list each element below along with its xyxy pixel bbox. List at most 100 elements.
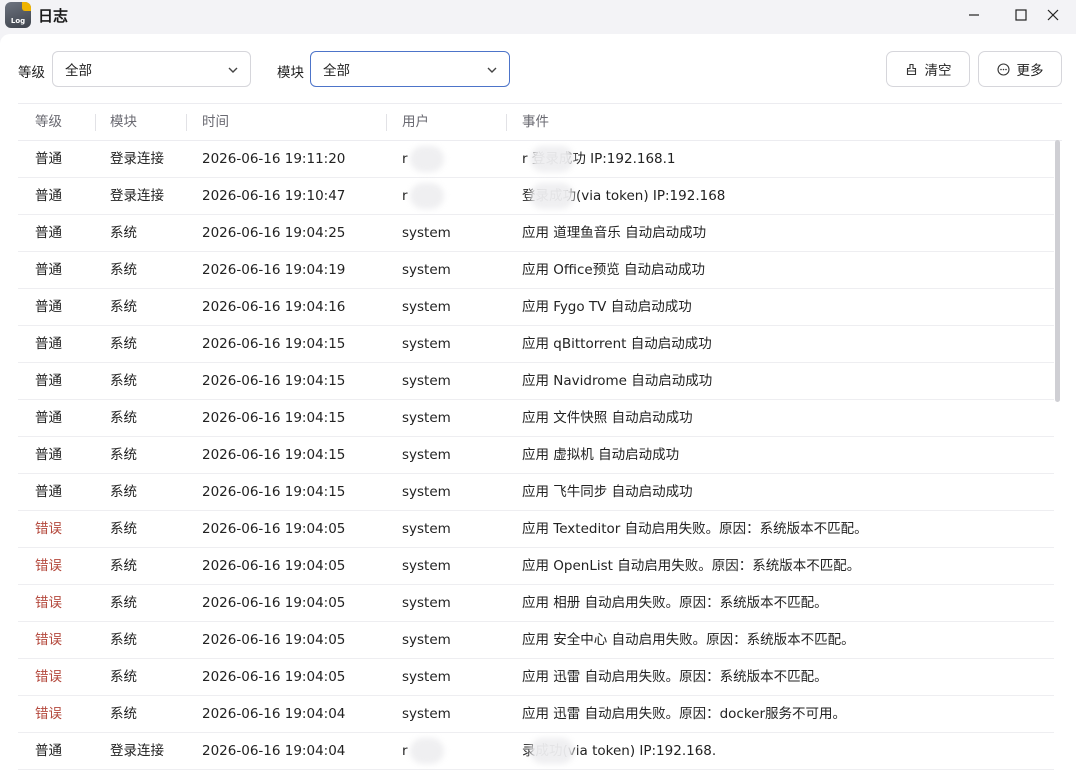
cell-level: 普通	[35, 373, 62, 389]
redacted-user	[410, 146, 444, 172]
cell-event: 应用 Fygo TV 自动启动成功	[522, 299, 692, 315]
header-separator[interactable]	[95, 114, 96, 131]
cell-event: 应用 Office预览 自动启动成功	[522, 262, 705, 278]
cell-event: 应用 虚拟机 自动启动成功	[522, 447, 680, 463]
cell-level: 错误	[35, 706, 62, 722]
cell-level: 普通	[35, 743, 62, 759]
cell-user: system	[402, 336, 451, 352]
module-filter-label: 模块	[277, 65, 304, 81]
cell-module: 系统	[110, 558, 137, 574]
cell-module: 系统	[110, 336, 137, 352]
more-button-label: 更多	[1016, 63, 1044, 79]
title-bar: Log 日志	[0, 0, 1076, 34]
cell-level: 普通	[35, 225, 62, 241]
cell-user: system	[402, 669, 451, 685]
cell-level: 错误	[35, 558, 62, 574]
redacted-user	[410, 183, 444, 209]
cell-event: 应用 qBittorrent 自动启动成功	[522, 336, 712, 352]
cell-user: system	[402, 447, 451, 463]
header-separator[interactable]	[506, 114, 507, 131]
cell-event: 应用 迅雷 自动启用失败。原因：docker服务不可用。	[522, 706, 847, 722]
cell-user: r	[402, 151, 408, 167]
cell-level: 普通	[35, 299, 62, 315]
cell-module: 系统	[110, 521, 137, 537]
cell-module: 登录连接	[110, 188, 164, 204]
table-row[interactable]: 普通 系统 2026-06-16 19:04:25 system 应用 道理鱼音乐 自动…	[18, 215, 1054, 252]
minimize-button[interactable]	[951, 0, 997, 30]
table-row[interactable]: 错误 系统 2026-06-16 19:04:05 system 应用 相册 自动启用失…	[18, 585, 1054, 622]
header-level[interactable]: 等级	[35, 104, 62, 141]
close-button[interactable]	[1030, 0, 1076, 30]
table-row[interactable]: 普通 登录连接 2026-06-16 19:11:20 r r 登录成功 IP:192.…	[18, 141, 1054, 178]
table-row[interactable]: 错误 系统 2026-06-16 19:04:05 system 应用 Textedit…	[18, 511, 1054, 548]
cell-level: 普通	[35, 262, 62, 278]
module-filter-value: 全部	[323, 63, 350, 79]
cell-module: 系统	[110, 632, 137, 648]
level-filter-value: 全部	[65, 63, 92, 79]
table-row[interactable]: 普通 登录连接 2026-06-16 19:04:04 r 录成功(via token…	[18, 733, 1054, 770]
cell-module: 系统	[110, 410, 137, 426]
table-scrollbar[interactable]	[1055, 140, 1060, 402]
redacted-username	[530, 183, 574, 209]
log-panel: 等级 全部 模块 全部 清空 更多 等级 模块 时间 用户 事件 普通 登录连接…	[0, 34, 1076, 772]
table-row[interactable]: 普通 系统 2026-06-16 19:04:15 system 应用 qBittorr…	[18, 326, 1054, 363]
table-row[interactable]: 普通 系统 2026-06-16 19:04:15 system 应用 飞牛同步 自动启…	[18, 474, 1054, 511]
table-row[interactable]: 普通 系统 2026-06-16 19:04:16 system 应用 Fygo TV …	[18, 289, 1054, 326]
header-separator[interactable]	[186, 114, 187, 131]
table-row[interactable]: 错误 系统 2026-06-16 19:04:05 system 应用 迅雷 自动启用失…	[18, 659, 1054, 696]
cell-level: 普通	[35, 336, 62, 352]
header-module[interactable]: 模块	[110, 104, 137, 141]
cell-event: 应用 文件快照 自动启动成功	[522, 410, 693, 426]
cell-time: 2026-06-16 19:04:15	[202, 447, 346, 463]
cell-module: 系统	[110, 299, 137, 315]
cell-event: 应用 OpenList 自动启用失败。原因：系统版本不匹配。	[522, 558, 861, 574]
cell-user: system	[402, 521, 451, 537]
table-row[interactable]: 普通 系统 2026-06-16 19:04:15 system 应用 文件快照 自动启…	[18, 400, 1054, 437]
more-button[interactable]: 更多	[978, 51, 1062, 87]
cell-module: 登录连接	[110, 743, 164, 759]
cell-module: 系统	[110, 595, 137, 611]
table-row[interactable]: 错误 系统 2026-06-16 19:04:05 system 应用 OpenList…	[18, 548, 1054, 585]
clear-button[interactable]: 清空	[886, 51, 970, 87]
app-log-icon: Log	[5, 2, 31, 28]
cell-module: 系统	[110, 669, 137, 685]
table-row[interactable]: 普通 登录连接 2026-06-16 19:10:47 r 登录成功(via toke…	[18, 178, 1054, 215]
header-user[interactable]: 用户	[402, 104, 429, 141]
cell-time: 2026-06-16 19:04:04	[202, 706, 346, 722]
maximize-icon	[1015, 9, 1027, 21]
cell-user: r	[402, 188, 408, 204]
table-row[interactable]: 普通 系统 2026-06-16 19:04:15 system 应用 虚拟机 自动启动…	[18, 437, 1054, 474]
cell-user: system	[402, 558, 451, 574]
header-time[interactable]: 时间	[202, 104, 229, 141]
cell-time: 2026-06-16 19:04:05	[202, 632, 346, 648]
table-row[interactable]: 错误 系统 2026-06-16 19:04:05 system 应用 安全中心 自动启…	[18, 622, 1054, 659]
cell-level: 错误	[35, 632, 62, 648]
cell-time: 2026-06-16 19:04:05	[202, 558, 346, 574]
module-filter-select[interactable]: 全部	[310, 51, 510, 87]
cell-user: system	[402, 262, 451, 278]
table-row[interactable]: 错误 系统 2026-06-16 19:04:04 system 应用 迅雷 自动启用失…	[18, 696, 1054, 733]
cell-module: 系统	[110, 225, 137, 241]
level-filter-select[interactable]: 全部	[52, 51, 251, 87]
cell-user: system	[402, 225, 451, 241]
cell-event: 应用 迅雷 自动启用失败。原因：系统版本不匹配。	[522, 669, 828, 685]
cell-module: 系统	[110, 484, 137, 500]
table-row[interactable]: 普通 系统 2026-06-16 19:04:15 system 应用 Navidrom…	[18, 363, 1054, 400]
cell-event: 应用 道理鱼音乐 自动启动成功	[522, 225, 707, 241]
cell-module: 登录连接	[110, 151, 164, 167]
app-icon-corner	[22, 2, 31, 11]
cell-time: 2026-06-16 19:04:15	[202, 484, 346, 500]
table-row[interactable]: 普通 系统 2026-06-16 19:04:19 system 应用 Office预览…	[18, 252, 1054, 289]
clear-button-label: 清空	[924, 63, 952, 79]
header-event[interactable]: 事件	[522, 104, 549, 141]
cell-time: 2026-06-16 19:04:05	[202, 669, 346, 685]
app-icon-text: Log	[10, 17, 26, 25]
table-header: 等级 模块 时间 用户 事件	[18, 103, 1062, 141]
header-separator[interactable]	[386, 114, 387, 131]
cell-user: system	[402, 373, 451, 389]
log-table: 等级 模块 时间 用户 事件 普通 登录连接 2026-06-16 19:11:20…	[18, 103, 1062, 770]
cell-level: 错误	[35, 595, 62, 611]
cell-event: 应用 安全中心 自动启用失败。原因：系统版本不匹配。	[522, 632, 855, 648]
level-filter-label: 等级	[18, 65, 45, 81]
redacted-user	[410, 738, 444, 764]
